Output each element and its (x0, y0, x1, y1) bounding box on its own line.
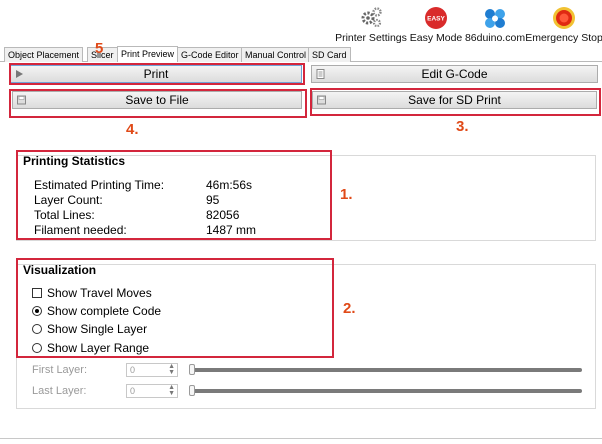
stat-label-filament: Filament needed: (34, 223, 127, 237)
first-layer-slider-track[interactable] (190, 368, 582, 372)
annotation-number-1: 1. (340, 186, 353, 203)
tab-manual-control[interactable]: Manual Control (241, 47, 311, 62)
first-layer-value: 0 (130, 365, 136, 375)
tab-object-placement[interactable]: Object Placement (4, 47, 84, 62)
show-layer-range-radio[interactable]: Show Layer Range (32, 341, 149, 355)
annotation-number-5: 5 (95, 40, 104, 57)
annotation-number-2: 2. (343, 300, 356, 317)
bottom-border (0, 438, 602, 439)
last-layer-value: 0 (130, 386, 136, 396)
tab-print-preview[interactable]: Print Preview (117, 46, 179, 62)
save-to-file-button[interactable]: Save to File (12, 91, 302, 109)
easy-mode-icon: EASY (425, 7, 447, 29)
easy-badge-text: EASY (427, 16, 445, 23)
save-icon (317, 95, 326, 105)
stat-value-total-lines: 82056 (206, 208, 240, 222)
first-layer-slider-thumb[interactable] (189, 364, 195, 375)
spinner-arrows-icon: ▲ ▼ (168, 384, 175, 397)
visualization-title: Visualization (23, 263, 97, 277)
easy-mode-label: Easy Mode (409, 32, 463, 44)
radio-unselected (32, 343, 42, 353)
easy-mode-button[interactable]: EASY Easy Mode (409, 4, 463, 44)
first-layer-label: First Layer: (32, 364, 88, 376)
stat-label-print-time: Estimated Printing Time: (34, 178, 165, 192)
radio-unselected (32, 324, 42, 334)
show-complete-code-label: Show complete Code (47, 304, 162, 318)
main-tabs: Object Placement Slicer Print Preview G-… (0, 46, 602, 62)
86duino-link-button[interactable]: 86duino.com (464, 4, 526, 44)
checkbox-box (32, 288, 42, 298)
show-complete-code-radio[interactable]: Show complete Code (32, 304, 161, 318)
emergency-stop-label: Emergency Stop (525, 32, 602, 44)
last-layer-spinner[interactable]: 0 ▲ ▼ (126, 384, 178, 398)
stat-value-filament: 1487 mm (206, 223, 257, 237)
stat-value-layer-count: 95 (206, 193, 220, 207)
show-travel-moves-checkbox[interactable]: Show Travel Moves (32, 286, 152, 300)
annotation-number-4: 4. (126, 121, 139, 138)
printer-settings-label: Printer Settings (335, 32, 407, 44)
save-to-file-label: Save to File (125, 93, 189, 107)
86duino-label: 86duino.com (464, 32, 526, 44)
play-icon (16, 70, 23, 78)
show-layer-range-label: Show Layer Range (47, 341, 150, 355)
stat-label-layer-count: Layer Count: (34, 193, 103, 207)
printer-settings-button[interactable]: Printer Settings (335, 4, 407, 44)
save-sd-print-button[interactable]: Save for SD Print (312, 91, 597, 109)
annotation-number-3: 3. (456, 118, 469, 135)
show-travel-moves-label: Show Travel Moves (47, 286, 152, 300)
last-layer-slider-thumb[interactable] (189, 385, 195, 396)
emergency-stop-icon (553, 7, 575, 29)
86duino-logo-icon (485, 9, 505, 28)
stat-value-print-time: 46m:56s (206, 178, 253, 192)
printing-statistics-title: Printing Statistics (23, 154, 126, 168)
show-single-layer-label: Show Single Layer (47, 322, 148, 336)
main-toolbar: Printer Settings EASY Easy Mode 86duino.… (0, 0, 602, 44)
last-layer-label: Last Layer: (32, 385, 87, 397)
edit-gcode-button[interactable]: Edit G-Code (311, 65, 598, 83)
save-icon (17, 95, 26, 105)
document-icon (316, 69, 325, 79)
last-layer-slider-track[interactable] (190, 389, 582, 393)
print-button[interactable]: Print (10, 65, 302, 83)
first-layer-spinner[interactable]: 0 ▲ ▼ (126, 363, 178, 377)
show-single-layer-radio[interactable]: Show Single Layer (32, 322, 147, 336)
print-button-label: Print (143, 67, 169, 81)
gears-icon (361, 7, 382, 28)
emergency-stop-button[interactable]: Emergency Stop (525, 4, 602, 44)
tab-sd-card[interactable]: SD Card (308, 47, 351, 62)
edit-gcode-label: Edit G-Code (421, 67, 488, 81)
save-sd-print-label: Save for SD Print (408, 93, 501, 107)
tab-gcode-editor[interactable]: G-Code Editor (177, 47, 243, 62)
spinner-arrows-icon: ▲ ▼ (168, 363, 175, 376)
stat-label-total-lines: Total Lines: (34, 208, 95, 222)
radio-selected (32, 306, 42, 316)
